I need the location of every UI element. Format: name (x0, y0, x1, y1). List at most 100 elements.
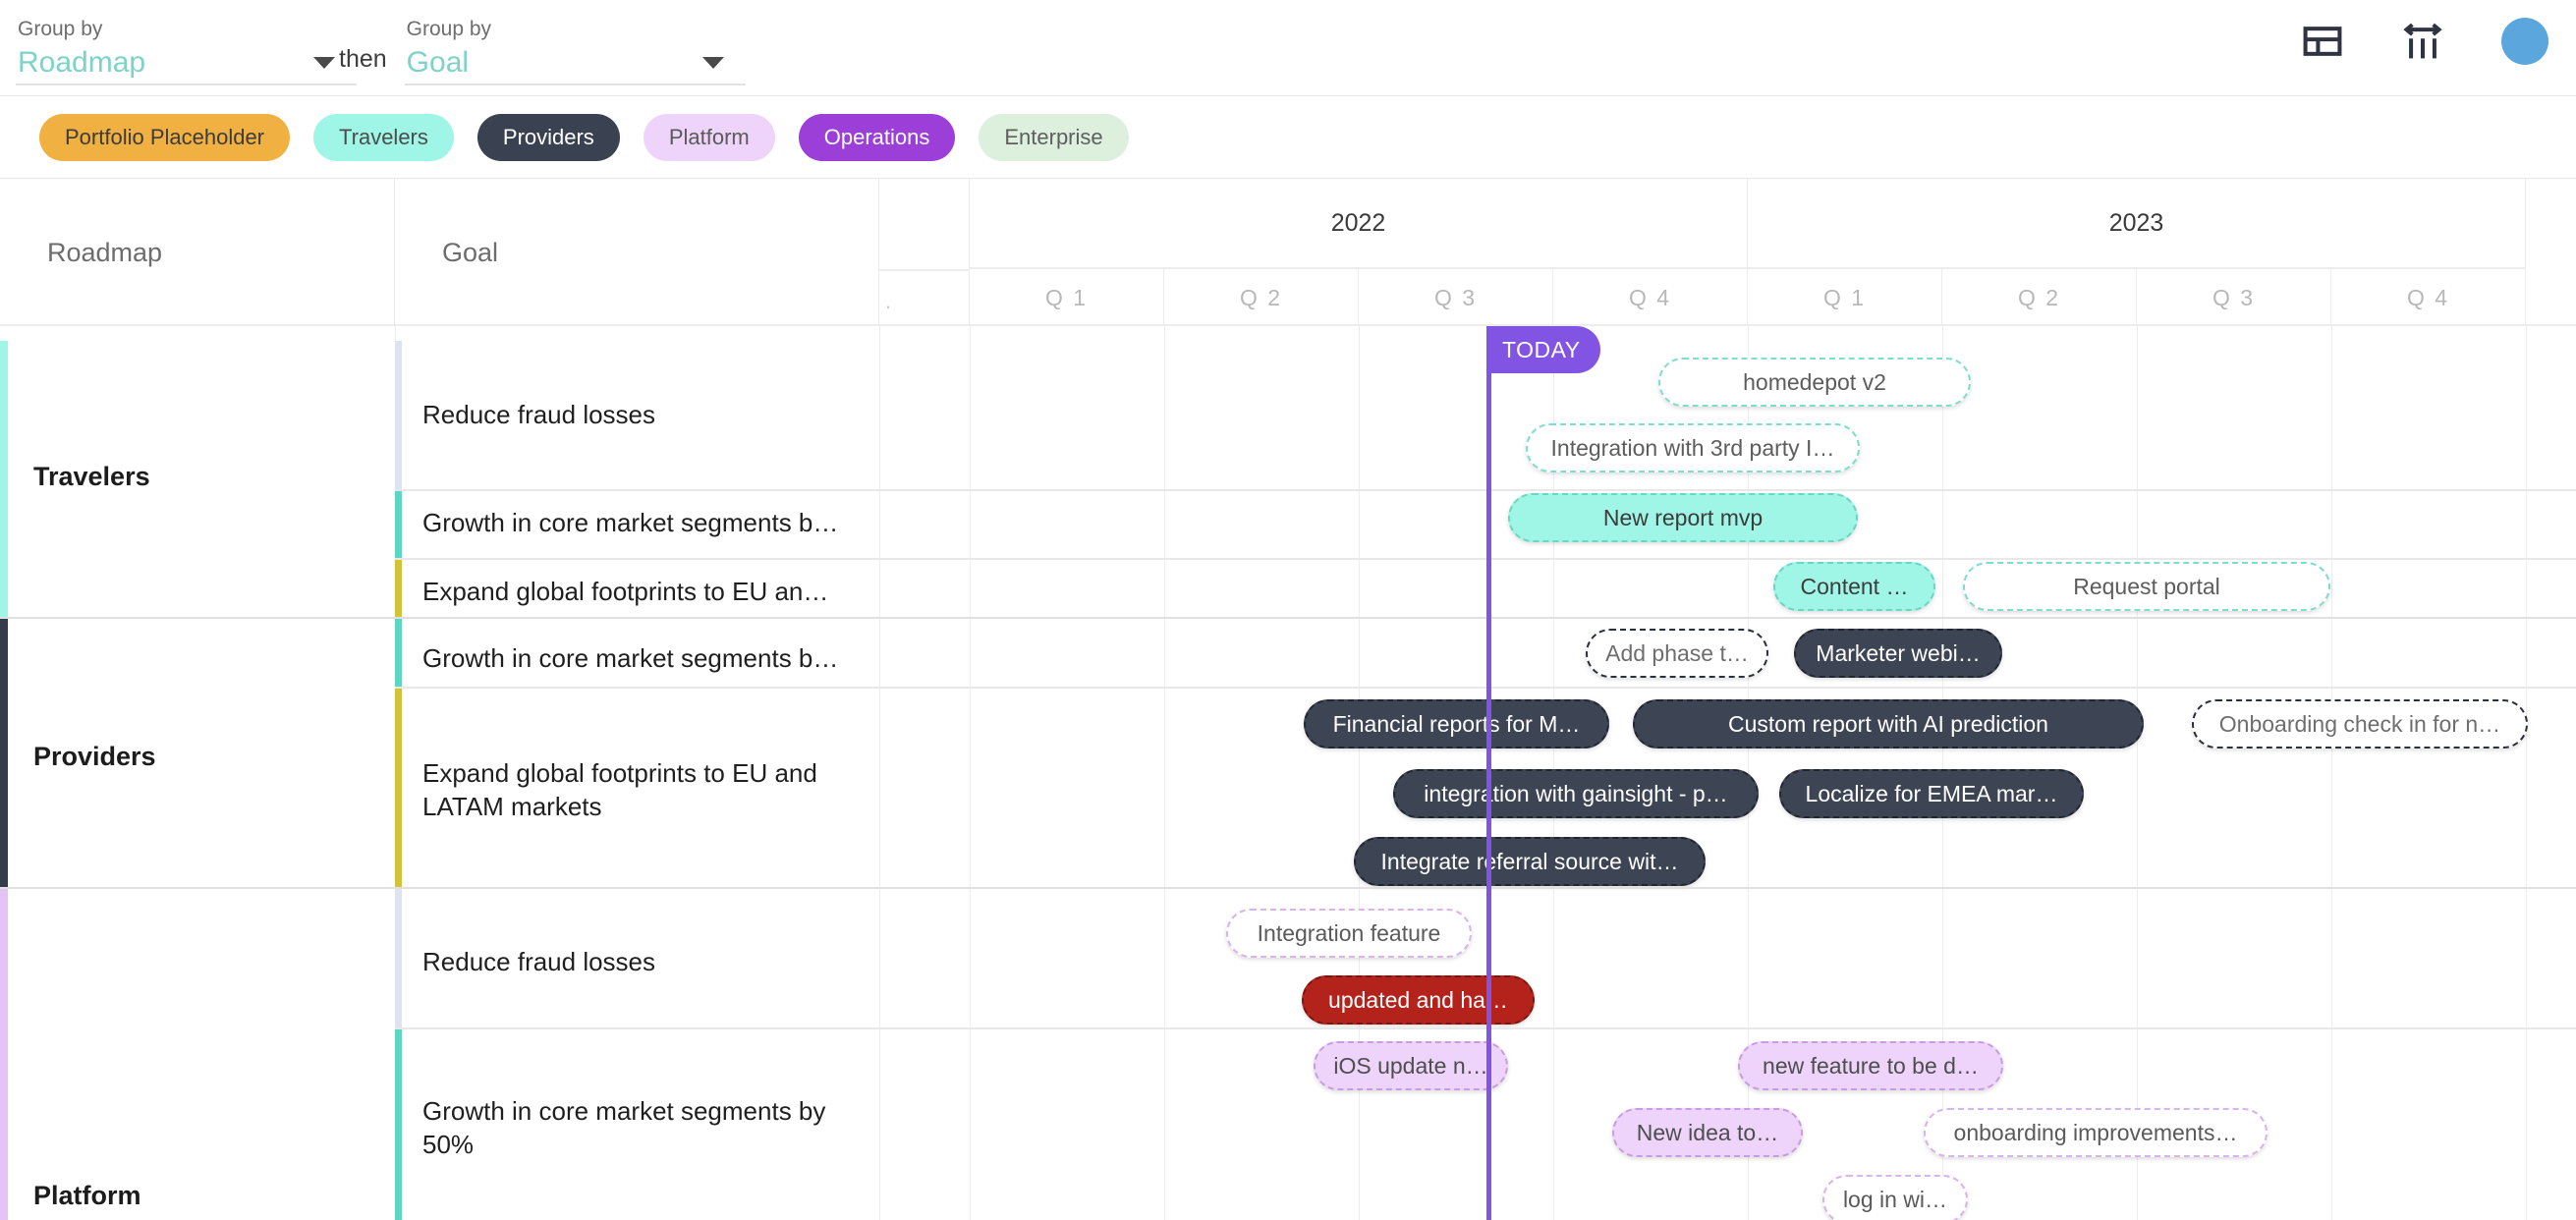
timeline-bar[interactable]: new feature to be d… (1738, 1041, 2003, 1090)
quarter-header: Q 1 (1748, 269, 1942, 326)
filter-pill-operations[interactable]: Operations (798, 113, 956, 161)
timeline-bar-label: Add phase t… (1605, 639, 1749, 666)
year-header-2022: 2022 (970, 179, 1748, 269)
timeline-bar[interactable]: Content … (1773, 562, 1935, 611)
timeline-bar[interactable]: onboarding improvements… (1924, 1108, 2268, 1157)
goal-row-divider (395, 1027, 2576, 1029)
quarter-header: Q 3 (1359, 269, 1553, 326)
roadmap-group-divider (0, 887, 2576, 889)
group-by-primary: Group by Roadmap (16, 17, 364, 95)
timeline-bar-label: Integration with 3rd party I… (1550, 434, 1835, 461)
roadmap-group-label: Travelers (33, 462, 150, 491)
roadmap-group-label: Providers (33, 742, 156, 771)
quarter-header: Q 4 (2331, 269, 2526, 326)
layout-icon[interactable] (2301, 20, 2344, 63)
quarter-header: Q 3 (2137, 269, 2331, 326)
timeline-bar-label: new feature to be d… (1763, 1052, 1979, 1079)
group-by-primary-select[interactable]: Roadmap (16, 42, 357, 85)
timeline-header: Roadmap Goal . 2022 2023 Q 1 Q 2 Q 3 Q 4 Q 1 Q … (0, 179, 2576, 326)
timeline-bar-label: New idea to… (1636, 1119, 1779, 1145)
quarter-label: Q 3 (2212, 284, 2256, 310)
timeline-bar[interactable]: Add phase t… (1586, 629, 1768, 678)
timeline-bar-label: Custom report with AI prediction (1728, 710, 2048, 737)
year-label: 2022 (1330, 208, 1386, 237)
goal-row-divider (395, 489, 2576, 491)
timeline-bar-label: log in wi… (1842, 1186, 1948, 1212)
timeline-bar[interactable]: homedepot v2 (1658, 358, 1971, 407)
timeline-bar-label: Financial reports for M… (1332, 710, 1581, 737)
goal-row-divider (395, 687, 2576, 689)
today-marker-badge: TODAY (1486, 326, 1600, 373)
column-resize-icon[interactable] (2401, 20, 2444, 63)
timeline-bar[interactable]: Financial reports for M… (1304, 699, 1609, 749)
quarter-header: Q 1 (970, 269, 1164, 326)
timeline-bar[interactable]: New idea to… (1612, 1108, 1803, 1157)
goal-title: Growth in core market segments b… (422, 508, 839, 537)
timeline-body: Travelers Reduce fraud losses homedepot v2… (0, 326, 2576, 1220)
timeline-bar-label: Localize for EMEA mar… (1805, 780, 2058, 806)
column-header-partial-quarter: . (879, 179, 970, 326)
filter-pill-label: Operations (823, 124, 930, 149)
quarter-header: Q 4 (1553, 269, 1748, 326)
chevron-down-icon (701, 57, 724, 69)
timeline-bar-label: integration with gainsight - p… (1424, 780, 1728, 806)
filter-pill-travelers[interactable]: Travelers (313, 113, 454, 161)
roadmap-group-label: Platform (33, 1181, 141, 1210)
today-marker-line (1486, 326, 1491, 1220)
timeline-bar[interactable]: Request portal (1963, 562, 2330, 611)
roadmap-accent-bar (0, 619, 8, 889)
group-by-secondary: Group by Goal (404, 17, 754, 95)
timeline-bar[interactable]: Integrate referral source wit… (1354, 837, 1706, 886)
goal-title: Growth in core market segments b… (422, 643, 839, 673)
toolbar: Group by Roadmap then Group by Goal (0, 0, 2576, 95)
quarter-label: Q 2 (2017, 284, 2061, 310)
timeline-bar[interactable]: Onboarding check in for n… (2192, 699, 2528, 749)
timeline-bar[interactable]: updated and ha… (1302, 975, 1535, 1025)
goal-accent-bar (395, 341, 402, 490)
filter-pill-enterprise[interactable]: Enterprise (979, 113, 1129, 161)
timeline-bar-label: homedepot v2 (1743, 368, 1886, 395)
timeline-bar[interactable]: Integration with 3rd party I… (1526, 423, 1860, 472)
timeline-bar-label: Content … (1800, 573, 1909, 599)
timeline-bar[interactable]: Marketer webi… (1794, 629, 2002, 678)
chevron-down-icon (313, 57, 335, 69)
goal-title: Reduce fraud losses (422, 947, 656, 976)
today-label: TODAY (1502, 336, 1581, 362)
quarter-label: Q 1 (1822, 284, 1867, 310)
group-by-secondary-select[interactable]: Goal (404, 42, 746, 85)
goal-accent-bar (395, 688, 402, 889)
grid-column-line (879, 326, 880, 1220)
timeline-bar[interactable]: New report mvp (1508, 493, 1858, 542)
timeline-bar[interactable]: Custom report with AI prediction (1633, 699, 2144, 749)
filter-pill-providers[interactable]: Providers (476, 113, 620, 161)
goal-title: Growth in core market segments by 50% (422, 1096, 826, 1159)
filter-pill-portfolio-placeholder[interactable]: Portfolio Placeholder (39, 113, 291, 161)
timeline-bar[interactable]: iOS update n… (1314, 1041, 1508, 1090)
quarter-label: Q 4 (2406, 284, 2450, 310)
timeline-bar-label: Request portal (2073, 573, 2220, 599)
group-by-primary-label: Group by (18, 18, 103, 40)
user-avatar[interactable] (2501, 18, 2548, 65)
roadmap-accent-bar (0, 889, 8, 1220)
year-header-2023: 2023 (1748, 179, 2526, 269)
grid-column-line (970, 326, 971, 1220)
grid-column-line (2331, 326, 2332, 1220)
timeline-bar[interactable]: log in wi… (1822, 1175, 1968, 1220)
timeline-bar-label: updated and ha… (1328, 986, 1508, 1013)
quarter-label: Q 1 (1044, 284, 1089, 310)
group-by-secondary-label: Group by (406, 18, 492, 40)
timeline-bar[interactable]: Localize for EMEA mar… (1779, 769, 2084, 818)
goal-accent-bar (395, 1028, 402, 1220)
timeline-bar-label: New report mvp (1602, 504, 1764, 530)
filter-pill-platform[interactable]: Platform (643, 113, 775, 161)
timeline-bar[interactable]: integration with gainsight - p… (1393, 769, 1759, 818)
timeline-bar[interactable]: Integration feature (1226, 909, 1472, 958)
grid-column-line (2137, 326, 2138, 1220)
partial-quarter-label: . (885, 289, 892, 313)
timeline-bar-label: iOS update n… (1333, 1052, 1488, 1079)
quarter-header: Q 2 (1942, 269, 2137, 326)
quarter-label: Q 4 (1628, 284, 1672, 310)
year-label: 2023 (2108, 208, 2164, 237)
timeline-bar-label: Marketer webi… (1816, 639, 1981, 666)
column-header-goal: Goal (395, 179, 879, 326)
